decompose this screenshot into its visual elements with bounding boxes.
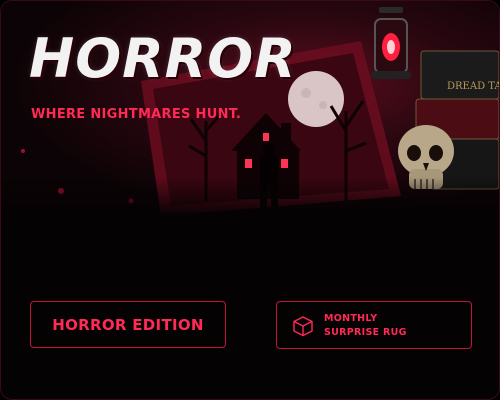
lantern-icon [371, 7, 411, 79]
box-icon [293, 316, 313, 337]
product-card: DREAD TALES [0, 0, 500, 400]
brand-title: HORROR [29, 27, 297, 90]
surprise-rug-label: SURPRISE RUG [324, 327, 407, 338]
svg-text:DREAD TALES: DREAD TALES [447, 81, 499, 92]
horror-edition-button[interactable]: HORROR EDITION [30, 301, 226, 348]
hero-banner: DREAD TALES [1, 1, 499, 217]
monthly-label: MONTHLY [324, 313, 378, 324]
hero-fade [1, 177, 499, 217]
monthly-surprise-rug-button[interactable]: MONTHLY SURPRISE RUG [276, 301, 472, 349]
brand-tagline: WHERE NIGHTMARES HUNT. [31, 107, 242, 122]
